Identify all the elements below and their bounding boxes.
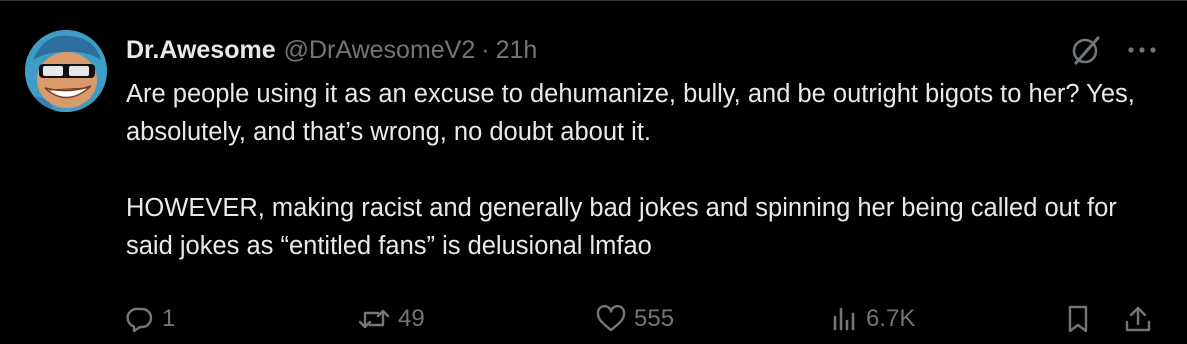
- tweet-text: Are people using it as an excuse to dehu…: [126, 80, 1135, 260]
- bookmark-button[interactable]: [1064, 296, 1092, 342]
- share-button[interactable]: [1123, 296, 1153, 342]
- author-handle[interactable]: @DrAwesomeV2: [284, 36, 476, 65]
- like-count: 555: [634, 305, 675, 332]
- reply-icon: [126, 305, 154, 333]
- bookmark-icon: [1064, 304, 1092, 334]
- heart-icon: [596, 305, 626, 333]
- views-icon: [830, 305, 858, 333]
- author-name[interactable]: Dr.Awesome: [126, 36, 276, 65]
- grok-icon[interactable]: [1067, 33, 1105, 67]
- avatar-image: [25, 30, 107, 112]
- views-count: 6.7K: [866, 305, 916, 332]
- like-button[interactable]: 555: [596, 296, 674, 342]
- avatar[interactable]: [25, 30, 107, 112]
- tweet[interactable]: Dr.Awesome @DrAwesomeV2 · 21h Are people…: [0, 0, 1187, 344]
- action-bar: 1 49 555 6.7K: [0, 296, 1187, 342]
- more-icon[interactable]: [1122, 33, 1162, 67]
- tweet-header: Dr.Awesome @DrAwesomeV2 · 21h: [126, 33, 537, 67]
- timestamp[interactable]: 21h: [496, 36, 538, 65]
- share-icon: [1123, 304, 1153, 334]
- repost-icon: [358, 305, 390, 333]
- repost-count: 49: [398, 305, 425, 332]
- reply-count: 1: [162, 305, 176, 332]
- views-button[interactable]: 6.7K: [830, 296, 915, 342]
- reply-button[interactable]: 1: [126, 296, 175, 342]
- repost-button[interactable]: 49: [358, 296, 425, 342]
- separator-dot: ·: [481, 35, 490, 64]
